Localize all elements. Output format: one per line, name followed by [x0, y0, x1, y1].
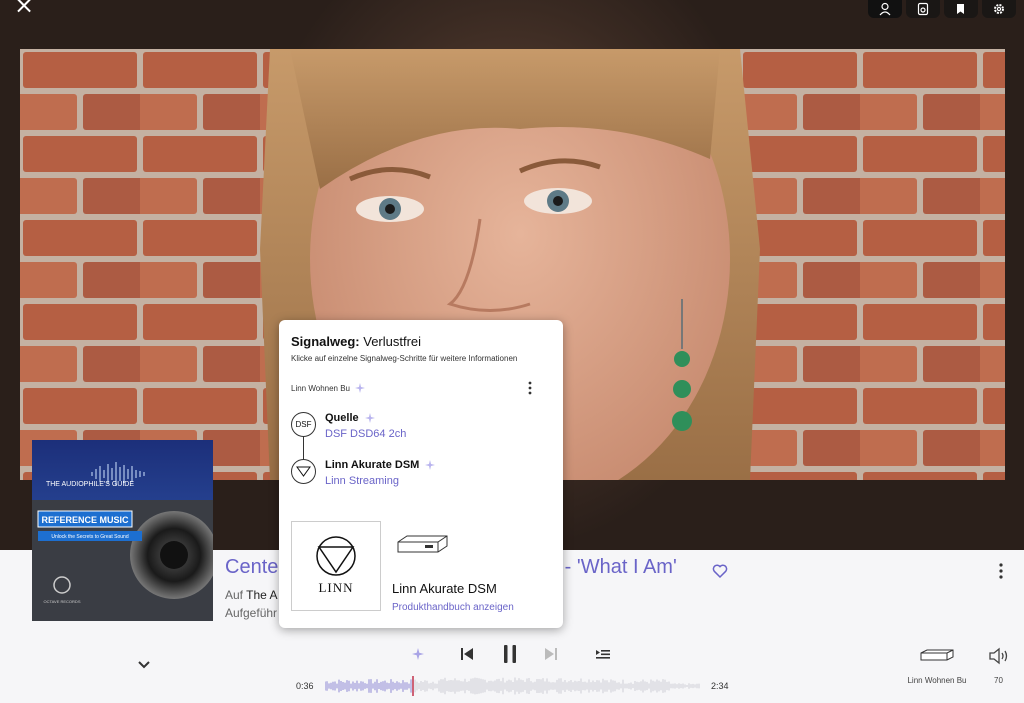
- product-name: Linn Akurate DSM: [392, 581, 497, 596]
- streamer-step-detail[interactable]: Linn Streaming: [325, 475, 399, 487]
- more-options-icon[interactable]: [994, 561, 1008, 581]
- streamer-step-label: Linn Akurate DSM: [325, 459, 420, 471]
- product-image: [397, 535, 448, 553]
- album-art-label: OCTAVE RECORDS: [44, 599, 81, 604]
- popup-title-value: Verlustfrei: [363, 334, 422, 349]
- streamer-step-icon[interactable]: [291, 459, 316, 484]
- top-toolbar: [868, 0, 1016, 18]
- pause-icon[interactable]: [501, 642, 519, 666]
- album-art-banner: THE AUDIOPHILE'S GUIDE: [46, 481, 134, 488]
- popup-title-key: Signalweg:: [291, 334, 360, 349]
- sparkle-icon: [425, 460, 436, 470]
- zone-row[interactable]: Linn Wohnen Bu: [291, 383, 366, 393]
- device-label[interactable]: Linn Wohnen Bu: [906, 676, 968, 686]
- linn-logo-mark: [316, 536, 356, 576]
- gear-icon[interactable]: [982, 0, 1016, 18]
- popup-subtitle: Klicke auf einzelne Signalweg-Schritte f…: [291, 354, 518, 363]
- linn-logo: LINN: [291, 521, 381, 611]
- album-art[interactable]: THE AUDIOPHILE'S GUIDE REFERENCE MUSIC U…: [32, 440, 213, 621]
- album-art-title: REFERENCE MUSIC: [41, 515, 129, 525]
- source-step-icon[interactable]: DSF: [291, 412, 316, 437]
- product-manual-link[interactable]: Produkthandbuch anzeigen: [392, 602, 514, 613]
- signal-path-popup: Signalweg: Verlustfrei Klicke auf einzel…: [279, 320, 563, 628]
- signal-path-icon[interactable]: [410, 642, 426, 666]
- streamer-step[interactable]: Linn Akurate DSM: [325, 459, 436, 471]
- tag-icon[interactable]: [944, 0, 978, 18]
- album-link[interactable]: The A: [246, 588, 277, 602]
- elapsed-time: 0:36: [296, 681, 314, 691]
- volume-icon[interactable]: [988, 646, 1012, 666]
- linn-triangle-icon: [296, 466, 311, 477]
- total-duration: 2:34: [711, 681, 729, 691]
- close-icon[interactable]: ×: [14, 0, 38, 20]
- source-step-detail[interactable]: DSF DSD64 2ch: [325, 428, 406, 440]
- source-step[interactable]: Quelle: [325, 412, 375, 424]
- track-title[interactable]: Cente: [225, 556, 278, 579]
- album-line: Auf The A: [225, 588, 278, 602]
- track-title-end[interactable]: h - 'What I Am': [548, 556, 677, 579]
- heart-icon[interactable]: [712, 563, 728, 579]
- album-art-subtitle: Unlock the Secrets to Great Sound: [51, 534, 128, 540]
- queue-icon[interactable]: [595, 642, 611, 666]
- streamer-device-icon[interactable]: [918, 648, 956, 664]
- volume-level[interactable]: 70: [994, 676, 1003, 685]
- popup-more-icon[interactable]: [525, 380, 535, 396]
- zone-name: Linn Wohnen Bu: [291, 383, 351, 393]
- linn-logo-text: LINN: [318, 580, 354, 595]
- transport-controls: [408, 642, 618, 666]
- source-step-label: Quelle: [325, 412, 359, 424]
- next-track-icon[interactable]: [544, 642, 558, 666]
- previous-track-icon[interactable]: [460, 642, 474, 666]
- person-icon[interactable]: [868, 0, 902, 18]
- sparkle-icon: [355, 383, 366, 393]
- chevron-down-icon[interactable]: [137, 660, 151, 670]
- signal-chain-line: [303, 436, 304, 460]
- album-prefix: Auf: [225, 588, 244, 602]
- speaker-icon[interactable]: [906, 0, 940, 18]
- sparkle-icon: [364, 413, 375, 423]
- popup-title: Signalweg: Verlustfrei: [291, 334, 421, 349]
- performed-by: Aufgeführ: [225, 606, 278, 620]
- waveform-seekbar[interactable]: [325, 676, 701, 696]
